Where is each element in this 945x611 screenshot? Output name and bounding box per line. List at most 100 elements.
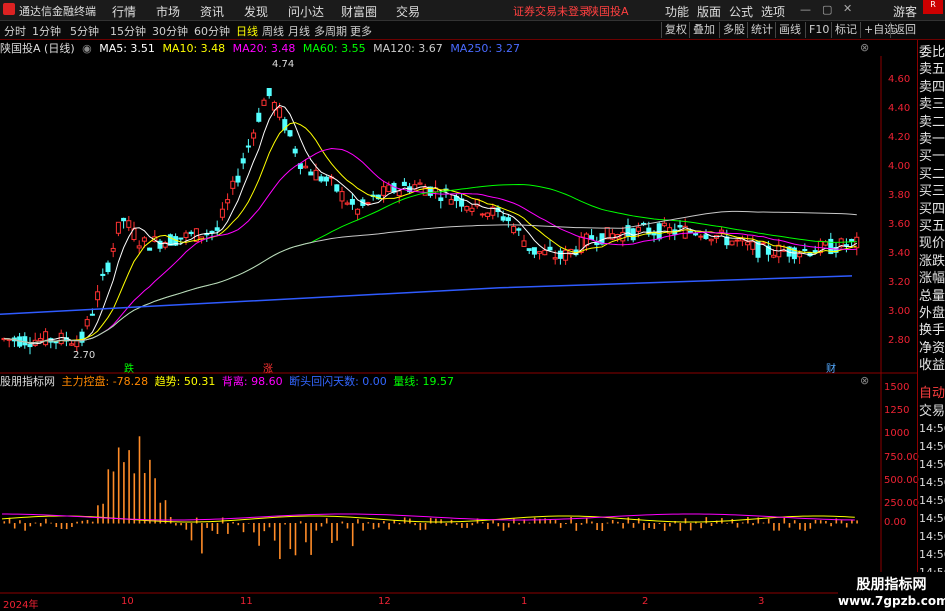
indicator-bar bbox=[585, 517, 588, 524]
candle-body bbox=[277, 107, 283, 118]
candle-body bbox=[485, 212, 491, 217]
button-mark[interactable]: 标记 bbox=[831, 22, 860, 38]
indicator-bar bbox=[315, 523, 318, 531]
button-draw[interactable]: 画线 bbox=[775, 22, 804, 38]
close-icon[interactable]: ✕ bbox=[843, 2, 852, 15]
indicator-bar bbox=[747, 516, 749, 524]
time-label: 14:56 bbox=[919, 548, 945, 561]
button-back[interactable]: 返回 bbox=[890, 22, 919, 38]
indicator-bar bbox=[232, 522, 234, 524]
candle-body bbox=[121, 217, 127, 222]
menu-formula[interactable]: 公式 bbox=[729, 3, 753, 20]
candle-body bbox=[74, 340, 80, 348]
indicator-bar bbox=[71, 523, 73, 527]
candle-body bbox=[313, 169, 319, 181]
x-tick: 12 bbox=[378, 596, 391, 607]
button-adjust[interactable]: 复权 bbox=[661, 22, 690, 38]
indicator-bar bbox=[653, 523, 656, 529]
indicator-bar bbox=[419, 523, 422, 531]
button-multi-stock[interactable]: 多股 bbox=[719, 22, 748, 38]
chart-close-icon[interactable]: ⊗ bbox=[860, 41, 869, 54]
candle-body bbox=[318, 176, 324, 182]
indicator-bar bbox=[726, 523, 728, 524]
candle-body bbox=[500, 216, 506, 221]
restore-icon[interactable]: ▢ bbox=[822, 3, 832, 16]
indicator-bar bbox=[778, 523, 780, 531]
indicator-bar bbox=[24, 523, 26, 531]
period-weekly[interactable]: 周线 bbox=[262, 23, 284, 39]
indicator-bar bbox=[731, 518, 734, 524]
candle-body bbox=[396, 190, 402, 197]
period-15min[interactable]: 15分钟 bbox=[110, 23, 146, 39]
x-tick: 10 bbox=[121, 596, 134, 607]
indicator-bar bbox=[247, 523, 250, 524]
x-tick: 1 bbox=[521, 596, 528, 607]
candle-body bbox=[126, 220, 132, 228]
menu-function[interactable]: 功能 bbox=[665, 3, 689, 20]
indicator-bar bbox=[466, 523, 468, 528]
ind-days: 断头回闪天数: 0.00 bbox=[289, 375, 387, 388]
period-30min[interactable]: 30分钟 bbox=[152, 23, 188, 39]
period-monthly[interactable]: 月线 bbox=[288, 23, 310, 39]
indicator-bar bbox=[55, 523, 58, 528]
y-tick-main: 3.60 bbox=[888, 219, 911, 230]
period-timeshare[interactable]: 分时 bbox=[4, 23, 26, 39]
indicator-bar bbox=[65, 523, 68, 530]
side-label: 总量 bbox=[919, 288, 945, 304]
menu-market[interactable]: 市场 bbox=[156, 3, 180, 20]
ma60-label: MA60: 3.55 bbox=[302, 42, 366, 55]
indicator-bar bbox=[518, 523, 520, 525]
menu-layout[interactable]: 版面 bbox=[697, 3, 721, 20]
ma250-line bbox=[0, 275, 853, 316]
period-daily[interactable]: 日线 bbox=[236, 23, 258, 39]
menu-news[interactable]: 资讯 bbox=[200, 3, 224, 20]
side-bottom-label[interactable]: 自动 bbox=[919, 385, 945, 403]
watermark-title: 股朋指标网 bbox=[856, 577, 927, 593]
kline-chart[interactable] bbox=[0, 56, 917, 609]
indicator-bar bbox=[117, 447, 120, 524]
indicator-bar bbox=[336, 523, 338, 541]
indicator-bar bbox=[804, 523, 806, 531]
indicator-bar bbox=[305, 523, 307, 543]
period-60min[interactable]: 60分钟 bbox=[194, 23, 230, 39]
low-label: 2.70 bbox=[73, 350, 96, 361]
period-5min[interactable]: 5分钟 bbox=[70, 23, 99, 39]
ma10-label: MA10: 3.48 bbox=[162, 42, 226, 55]
y-tick-indicator: 500.00 bbox=[884, 475, 919, 486]
trade-status: 证券交易未登录 bbox=[513, 5, 590, 18]
indicator-bar bbox=[180, 523, 182, 526]
indicator-bar bbox=[814, 519, 817, 524]
candle-body bbox=[37, 338, 43, 342]
menu-options[interactable]: 选项 bbox=[761, 3, 785, 20]
menu-trade[interactable]: 交易 bbox=[396, 3, 420, 20]
candle-body bbox=[188, 231, 194, 235]
indicator-bar bbox=[632, 523, 635, 528]
indicator-bar bbox=[825, 520, 827, 524]
menu-wealth[interactable]: 财富圈 bbox=[341, 3, 377, 20]
indicator-bar bbox=[741, 522, 744, 524]
button-stats[interactable]: 统计 bbox=[747, 22, 776, 38]
candle-body bbox=[261, 99, 267, 106]
period-more[interactable]: 更多 bbox=[350, 23, 372, 39]
period-multi[interactable]: 多周期 bbox=[314, 23, 347, 39]
button-f10[interactable]: F10 bbox=[805, 22, 832, 38]
y-tick-main: 4.60 bbox=[888, 74, 911, 85]
menu-quotes[interactable]: 行情 bbox=[112, 3, 136, 20]
period-1min[interactable]: 1分钟 bbox=[32, 23, 61, 39]
candle-body bbox=[43, 331, 49, 346]
indicator-bar bbox=[429, 517, 432, 524]
mark-finance: 财 bbox=[826, 364, 836, 375]
candle-body bbox=[58, 332, 64, 345]
candle-body bbox=[266, 87, 272, 97]
menu-ask[interactable]: 问小达 bbox=[288, 3, 324, 20]
indicator-bar bbox=[513, 518, 515, 524]
minimize-icon[interactable]: — bbox=[800, 3, 811, 16]
chevron-down-icon[interactable]: ◉ bbox=[82, 42, 92, 55]
guest-label[interactable]: 游客 bbox=[893, 3, 917, 20]
indicator-bar bbox=[663, 523, 666, 531]
menu-discover[interactable]: 发现 bbox=[244, 3, 268, 20]
indicator-legend: 股朋指标网 主力控盘: -78.28 趋势: 50.31 背离: 98.60 断… bbox=[0, 373, 457, 389]
button-overlay[interactable]: 叠加 bbox=[689, 22, 718, 38]
side-label: 换手 bbox=[919, 323, 945, 339]
side-bottom-label[interactable]: 交易 bbox=[919, 403, 945, 421]
